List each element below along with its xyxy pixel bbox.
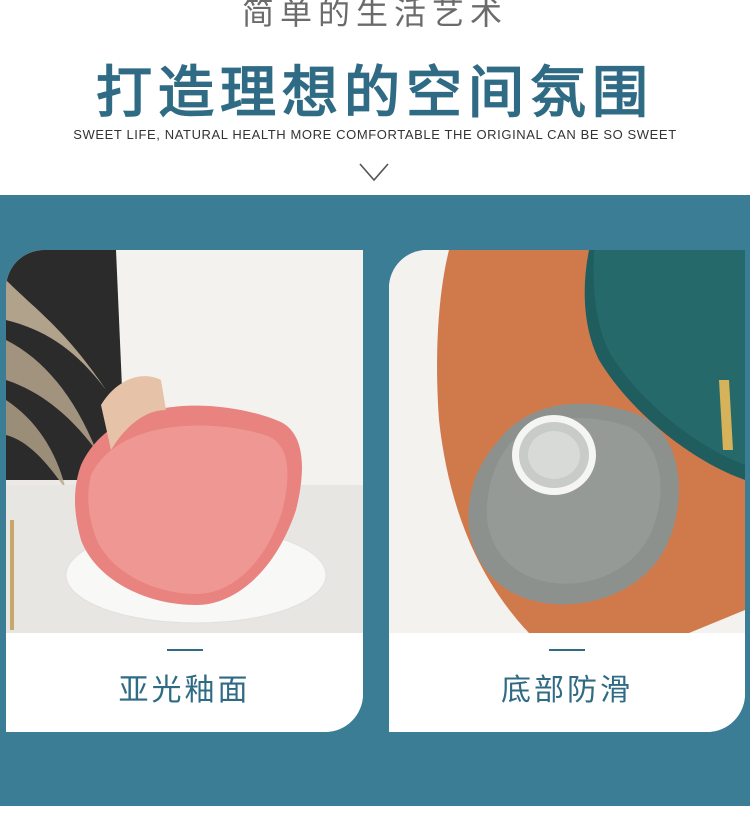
pink-matte-plate-photo [6, 250, 363, 633]
header-section: 简单的生活艺术 打造理想的空间氛围 SWEET LIFE, NATURAL HE… [0, 0, 750, 195]
caption-divider [549, 649, 585, 651]
caption-area: 底部防滑 [389, 633, 745, 732]
caption-area: 亚光釉面 [6, 633, 363, 732]
bottom-strip [0, 806, 750, 824]
english-tagline: SWEET LIFE, NATURAL HEALTH MORE COMFORTA… [73, 127, 677, 142]
caption-matte-glaze: 亚光釉面 [118, 673, 251, 708]
gray-bowl-bottom-photo [389, 250, 745, 633]
feature-card-antislip: 底部防滑 [389, 250, 745, 732]
caption-divider [166, 649, 203, 651]
caption-anti-slip-bottom: 底部防滑 [501, 673, 633, 708]
chevron-down-icon [359, 163, 389, 182]
top-subtitle: 简单的生活艺术 [241, 0, 508, 32]
feature-card-matte: 亚光釉面 [6, 250, 363, 732]
page-title: 打造理想的空间氛围 [96, 61, 654, 126]
